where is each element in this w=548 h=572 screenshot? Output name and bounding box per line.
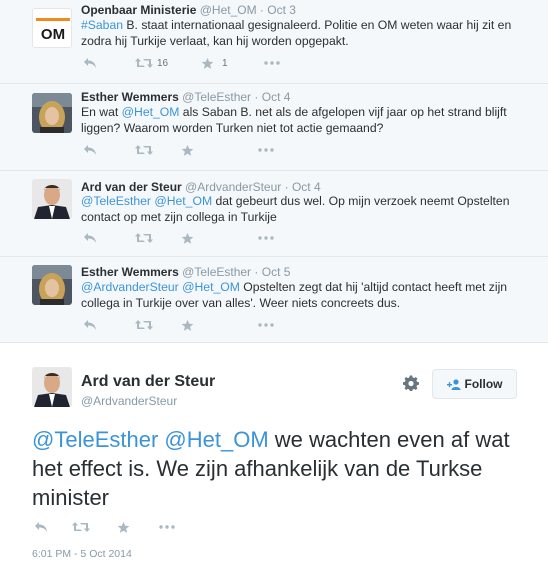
avatar[interactable]: [32, 93, 72, 133]
avatar[interactable]: [32, 179, 72, 219]
more-icon[interactable]: [257, 319, 275, 331]
tweet-text: #Saban B. staat internationaal gesignale…: [81, 18, 531, 49]
tweet-timestamp[interactable]: 6:01 PM - 5 Oct 2014: [32, 548, 132, 560]
separator: ·: [254, 90, 259, 104]
reply-icon[interactable]: [83, 144, 97, 156]
mention-link[interactable]: @Het_OM: [182, 280, 240, 294]
tweet-actions: [32, 521, 252, 535]
tweet-author-name[interactable]: Esther Wemmers: [81, 90, 179, 104]
tweet-header: Esther Wemmers @TeleEsther · Oct 5: [81, 265, 290, 279]
tweet-date[interactable]: Oct 5: [262, 265, 291, 279]
star-icon[interactable]: [201, 57, 214, 70]
main-author-name[interactable]: Ard van der Steur: [81, 373, 215, 391]
mention-link[interactable]: @TeleEsther: [81, 194, 151, 208]
tweet-item[interactable]: OM Openbaar Ministerie @Het_OM · Oct 3 #…: [0, 0, 548, 84]
reply-icon[interactable]: [34, 521, 48, 533]
retweet-icon[interactable]: [72, 521, 90, 533]
text-segment: B. staat internationaal gesignaleerd. Po…: [81, 18, 512, 48]
tweet-date[interactable]: Oct 4: [262, 90, 291, 104]
separator: ·: [284, 180, 289, 194]
tweet-header: Esther Wemmers @TeleEsther · Oct 4: [81, 90, 290, 104]
avatar[interactable]: [32, 265, 72, 305]
svg-text:OM: OM: [41, 26, 65, 43]
esther-avatar-icon: [32, 93, 72, 133]
star-icon[interactable]: [181, 319, 194, 332]
tweet-actions: [81, 232, 301, 246]
reply-icon[interactable]: [83, 57, 97, 69]
separator: ·: [254, 265, 259, 279]
tweet-actions: [81, 319, 301, 333]
more-icon[interactable]: [263, 57, 281, 69]
star-icon[interactable]: [181, 232, 194, 245]
tweet-actions: 16 1: [81, 57, 301, 71]
ard-avatar-icon: [32, 367, 72, 407]
tweet-date[interactable]: Oct 4: [292, 180, 321, 194]
mention-link[interactable]: @Het_OM: [122, 105, 180, 119]
tweet-text: @ArdvanderSteur @Het_OM Opstelten zegt d…: [81, 280, 531, 311]
main-author-handle[interactable]: @ArdvanderSteur: [81, 394, 177, 408]
tweet-author-handle[interactable]: @Het_OM: [200, 3, 257, 17]
tweet-author-handle[interactable]: @TeleEsther: [182, 90, 251, 104]
follow-button[interactable]: Follow: [432, 369, 517, 399]
tweet-author-handle[interactable]: @TeleEsther: [182, 265, 251, 279]
mention-link[interactable]: @ArdvanderSteur: [81, 280, 179, 294]
reply-icon[interactable]: [83, 232, 97, 244]
tweet-header: Ard van der Steur @ArdvanderSteur · Oct …: [81, 180, 321, 194]
mention-link[interactable]: @Het_OM: [154, 194, 212, 208]
star-icon[interactable]: [181, 144, 194, 157]
follow-label: Follow: [464, 377, 503, 391]
tweet-item[interactable]: Esther Wemmers @TeleEsther · Oct 4 En wa…: [0, 84, 548, 171]
avatar[interactable]: [32, 367, 72, 407]
retweet-count: 16: [157, 58, 169, 69]
mention-link[interactable]: @Het_OM: [164, 427, 268, 452]
gear-icon[interactable]: [403, 375, 419, 391]
tweet-item[interactable]: Ard van der Steur @ArdvanderSteur · Oct …: [0, 171, 548, 257]
more-icon[interactable]: [257, 144, 275, 156]
star-icon[interactable]: [117, 521, 130, 534]
ard-avatar-icon: [32, 179, 72, 219]
more-icon[interactable]: [257, 232, 275, 244]
retweet-icon[interactable]: [135, 57, 153, 69]
hashtag-link[interactable]: #Saban: [81, 18, 123, 32]
tweet-author-name[interactable]: Ard van der Steur: [81, 180, 182, 194]
tweet-actions: [81, 144, 301, 158]
more-icon[interactable]: [158, 521, 176, 533]
favorite-count: 1: [222, 58, 228, 69]
tweet-text: @TeleEsther @Het_OM dat gebeurt dus wel.…: [81, 194, 531, 225]
tweet-header: Openbaar Ministerie @Het_OM · Oct 3: [81, 3, 296, 17]
retweet-icon[interactable]: [135, 319, 153, 331]
mention-link[interactable]: @TeleEsther: [32, 427, 158, 452]
retweet-icon[interactable]: [135, 232, 153, 244]
reply-icon[interactable]: [83, 319, 97, 331]
tweet-text: En wat @Het_OM als Saban B. net als de a…: [81, 105, 531, 136]
tweet-author-handle[interactable]: @ArdvanderSteur: [185, 180, 281, 194]
avatar[interactable]: OM: [32, 8, 72, 48]
separator: ·: [259, 3, 264, 17]
main-tweet: Ard van der Steur @ArdvanderSteur Follow…: [0, 343, 548, 572]
text-segment: En wat: [81, 105, 122, 119]
follow-user-icon: [446, 378, 460, 390]
tweet-author-name[interactable]: Openbaar Ministerie: [81, 3, 196, 17]
om-logo-icon: OM: [36, 18, 70, 43]
tweet-item[interactable]: Esther Wemmers @TeleEsther · Oct 5 @Ardv…: [0, 257, 548, 343]
tweet-author-name[interactable]: Esther Wemmers: [81, 265, 179, 279]
main-tweet-text: @TeleEsther @Het_OM we wachten even af w…: [32, 425, 522, 512]
esther-avatar-icon: [32, 265, 72, 305]
tweet-date[interactable]: Oct 3: [267, 3, 296, 17]
retweet-icon[interactable]: [135, 144, 153, 156]
